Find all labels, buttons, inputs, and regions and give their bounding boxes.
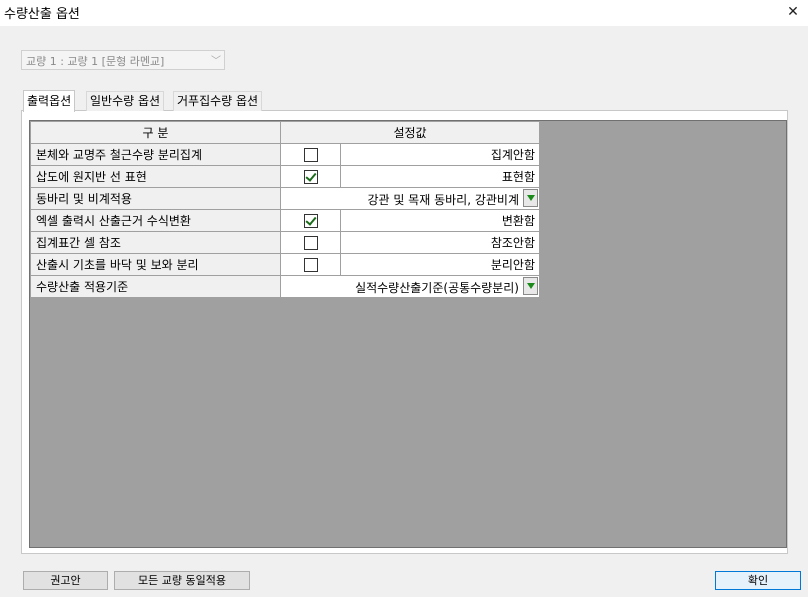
bridge-select[interactable]: 교량 1 : 교량 1 [문형 라멘교] ﹀ <box>21 50 225 70</box>
row-label: 집계표간 셀 참조 <box>30 231 281 254</box>
table-row: 엑셀 출력시 산출근거 수식변환 변환함 <box>30 209 540 232</box>
close-icon[interactable]: ✕ <box>778 0 808 24</box>
dropdown-value: 실적수량산출기준(공통수량분리) <box>355 281 519 295</box>
options-grid: 구 분 설정값 본체와 교명주 철근수량 분리집계 집계안함 삽도에 원지반 선… <box>30 121 540 298</box>
dropdown-button[interactable] <box>523 189 538 207</box>
checkbox[interactable] <box>303 257 318 272</box>
row-value: 표현함 <box>340 165 540 188</box>
row-label: 수량산출 적용기준 <box>30 275 281 298</box>
checkbox[interactable] <box>303 147 318 162</box>
recommend-button[interactable]: 권고안 <box>23 571 108 590</box>
row-value: 변환함 <box>340 209 540 232</box>
dropdown-button[interactable] <box>523 277 538 295</box>
tab-formwork-quantity-options[interactable]: 거푸집수량 옵션 <box>173 91 263 111</box>
checkbox-checked[interactable] <box>303 169 318 184</box>
row-value: 참조안함 <box>340 231 540 254</box>
title-bar: 수량산출 옵션 ✕ <box>0 0 808 26</box>
apply-all-bridges-button[interactable]: 모든 교량 동일적용 <box>114 571 250 590</box>
table-row: 수량산출 적용기준 실적수량산출기준(공통수량분리) <box>30 275 540 298</box>
table-row: 집계표간 셀 참조 참조안함 <box>30 231 540 254</box>
checkbox-cell[interactable] <box>280 209 341 232</box>
table-row: 삽도에 원지반 선 표현 표현함 <box>30 165 540 188</box>
bridge-select-value: 교량 1 : 교량 1 [문형 라멘교] <box>26 55 165 68</box>
grid-header-row: 구 분 설정값 <box>30 121 540 144</box>
dropdown-cell[interactable]: 실적수량산출기준(공통수량분리) <box>280 275 540 298</box>
checkbox-checked[interactable] <box>303 213 318 228</box>
dropdown-cell[interactable]: 강관 및 목재 동바리, 강관비계 <box>280 187 540 210</box>
row-label: 엑셀 출력시 산출근거 수식변환 <box>30 209 281 232</box>
row-label: 산출시 기초를 바닥 및 보와 분리 <box>30 253 281 276</box>
triangle-down-icon <box>526 283 535 289</box>
table-row: 본체와 교명주 철근수량 분리집계 집계안함 <box>30 143 540 166</box>
window-title: 수량산출 옵션 <box>4 7 80 22</box>
tab-output-options[interactable]: 출력옵션 <box>23 90 76 112</box>
table-row: 산출시 기초를 바닥 및 보와 분리 분리안함 <box>30 253 540 276</box>
checkbox-cell[interactable] <box>280 231 341 254</box>
chevron-down-icon: ﹀ <box>211 56 221 67</box>
row-label: 삽도에 원지반 선 표현 <box>30 165 281 188</box>
triangle-down-icon <box>526 195 535 201</box>
header-category: 구 분 <box>30 121 281 144</box>
row-value: 집계안함 <box>340 143 540 166</box>
dropdown-value: 강관 및 목재 동바리, 강관비계 <box>367 193 519 207</box>
header-setting: 설정값 <box>280 121 540 144</box>
checkbox-cell[interactable] <box>280 253 341 276</box>
checkbox-cell[interactable] <box>280 165 341 188</box>
ok-button[interactable]: 확인 <box>715 571 801 590</box>
table-row: 동바리 및 비계적용 강관 및 목재 동바리, 강관비계 <box>30 187 540 210</box>
row-label: 동바리 및 비계적용 <box>30 187 281 210</box>
checkbox[interactable] <box>303 235 318 250</box>
dialog-content: 교량 1 : 교량 1 [문형 라멘교] ﹀ 출력옵션 일반수량 옵션 거푸집수… <box>0 26 808 597</box>
tab-general-quantity-options[interactable]: 일반수량 옵션 <box>86 91 165 111</box>
row-value: 분리안함 <box>340 253 540 276</box>
checkbox-cell[interactable] <box>280 143 341 166</box>
row-label: 본체와 교명주 철근수량 분리집계 <box>30 143 281 166</box>
